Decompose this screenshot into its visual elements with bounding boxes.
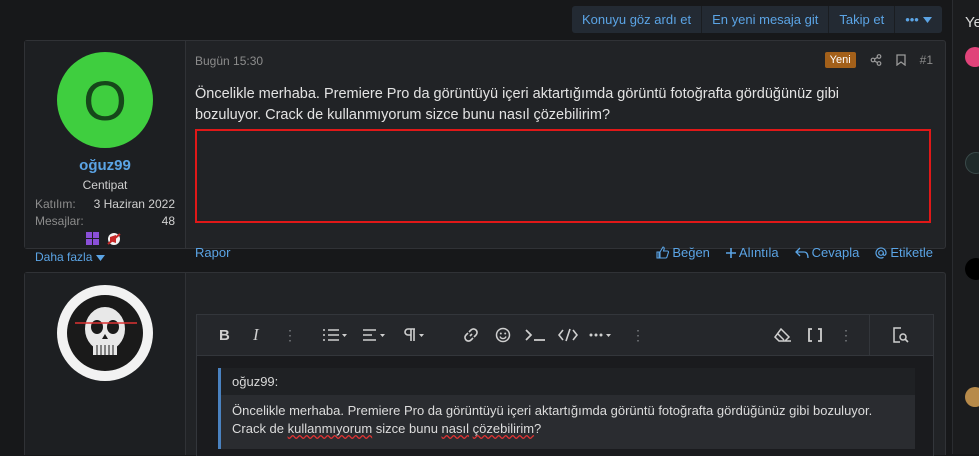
- quote-text: Crack de: [232, 421, 288, 436]
- quote-text: ?: [534, 421, 542, 436]
- like-icon: [656, 246, 670, 259]
- post-actions: Beğen Alıntıla Cevapla Etiketle: [656, 245, 933, 260]
- more-tools-icon[interactable]: ⋮: [839, 325, 853, 345]
- right-sidebar: Ye: [952, 0, 979, 454]
- quote-line: Öncelikle merhaba. Premiere Pro da görün…: [232, 403, 873, 418]
- quote-button[interactable]: Alıntıla: [725, 245, 779, 260]
- spelling-error[interactable]: çözebilirim: [473, 421, 534, 436]
- windows-icon[interactable]: [86, 232, 100, 246]
- more-insert-icon[interactable]: [589, 325, 615, 345]
- user-title: Centipat: [82, 178, 128, 192]
- jump-newest-button[interactable]: En yeni mesaja git: [702, 12, 828, 27]
- reply-button[interactable]: Cevapla: [794, 245, 860, 260]
- avatar[interactable]: [965, 387, 979, 407]
- post-tools: Yeni #1: [824, 52, 933, 68]
- new-badge: Yeni: [824, 52, 856, 68]
- chevron-down-icon: [95, 255, 105, 261]
- post-user-info: O oğuz99 Centipat Katılım: 3 Haziran 202…: [25, 41, 186, 264]
- quote-body: Öncelikle merhaba. Premiere Pro da görün…: [232, 402, 902, 438]
- avatar[interactable]: O: [57, 52, 153, 148]
- quote-label: Alıntıla: [738, 245, 779, 260]
- messages-label: Mesajlar:: [35, 214, 84, 228]
- post-body-line: Öncelikle merhaba. Premiere Pro da görün…: [195, 86, 839, 102]
- messages-value: 48: [161, 214, 175, 228]
- tag-label: Etiketle: [890, 245, 933, 260]
- messages-stat: Mesajlar: 48: [35, 214, 175, 228]
- align-icon[interactable]: [363, 325, 387, 345]
- list-icon[interactable]: [323, 325, 347, 345]
- like-label: Beğen: [672, 245, 710, 260]
- ignore-thread-button[interactable]: Konuyu göz ardı et: [572, 12, 701, 27]
- more-options-icon[interactable]: ⋮: [631, 325, 645, 345]
- preview-icon[interactable]: [891, 325, 909, 345]
- quick-reply: B I ⋮ ⋮ ⋮ oğuz99: Öncelikle merhaba. Pre…: [24, 272, 946, 456]
- message-editor[interactable]: B I ⋮ ⋮ ⋮ oğuz99: Öncelikle merhaba. Pre…: [196, 314, 934, 456]
- sidebar-title: Ye: [965, 14, 979, 31]
- terminal-icon[interactable]: [525, 325, 547, 345]
- divider: [869, 315, 870, 355]
- at-icon: [875, 246, 887, 258]
- joined-stat: Katılım: 3 Haziran 2022: [35, 197, 175, 211]
- reply-label: Cevapla: [811, 245, 860, 260]
- bold-icon[interactable]: B: [219, 325, 230, 345]
- quote-author[interactable]: oğuz99:: [221, 368, 915, 395]
- plus-icon: [725, 247, 736, 258]
- chevron-down-icon: [922, 16, 932, 23]
- code-icon[interactable]: [558, 325, 578, 345]
- joined-label: Katılım:: [35, 197, 76, 211]
- user-badges: [86, 232, 122, 246]
- link-icon[interactable]: [463, 325, 479, 345]
- user-more-toggle[interactable]: Daha fazla: [35, 250, 105, 264]
- more-menu-button[interactable]: •••: [895, 12, 942, 27]
- eraser-icon[interactable]: [774, 325, 792, 345]
- quote-text: sizce bunu: [372, 421, 442, 436]
- share-icon[interactable]: [870, 54, 882, 66]
- avatar[interactable]: [965, 258, 979, 280]
- bookmark-icon[interactable]: [895, 54, 906, 66]
- report-link[interactable]: Rapor: [195, 245, 230, 260]
- avatar[interactable]: [965, 47, 979, 67]
- spelling-error[interactable]: kullanmıyorum: [288, 421, 373, 436]
- like-button[interactable]: Beğen: [656, 245, 710, 260]
- tag-button[interactable]: Etiketle: [875, 245, 933, 260]
- brackets-icon[interactable]: [807, 325, 823, 345]
- post-body-line: bozuluyor. Crack de kullanmıyorum sizce …: [195, 107, 611, 123]
- more-label: Daha fazla: [35, 250, 93, 264]
- post-number[interactable]: #1: [920, 53, 933, 67]
- reply-icon: [794, 247, 809, 258]
- paragraph-icon[interactable]: [403, 325, 427, 345]
- highlight-box: [195, 129, 931, 223]
- editor-toolbar: B I ⋮ ⋮ ⋮: [197, 315, 933, 356]
- thread-action-bar: Konuyu göz ardı et En yeni mesaja git Ta…: [572, 6, 942, 33]
- post-body: Öncelikle merhaba. Premiere Pro da görün…: [195, 84, 915, 126]
- more-dots-label: •••: [905, 12, 919, 27]
- more-text-options-icon[interactable]: ⋮: [283, 325, 297, 345]
- avatar[interactable]: [55, 283, 155, 383]
- joined-value: 3 Haziran 2022: [93, 197, 175, 211]
- italic-icon[interactable]: I: [253, 325, 259, 345]
- reply-user-info: [25, 273, 186, 455]
- quoted-block: oğuz99: Öncelikle merhaba. Premiere Pro …: [218, 368, 915, 449]
- username-link[interactable]: oğuz99: [25, 157, 185, 174]
- emoji-icon[interactable]: [495, 325, 511, 345]
- follow-button[interactable]: Takip et: [829, 12, 894, 27]
- quote-line: Crack de kullanmıyorum sizce bunu nasıl …: [232, 420, 902, 438]
- post-message: O oğuz99 Centipat Katılım: 3 Haziran 202…: [24, 40, 946, 264]
- megaphone-icon[interactable]: [106, 232, 122, 246]
- spelling-error[interactable]: nasıl: [442, 421, 469, 436]
- post-timestamp[interactable]: Bugün 15:30: [195, 54, 263, 68]
- avatar[interactable]: [965, 152, 979, 174]
